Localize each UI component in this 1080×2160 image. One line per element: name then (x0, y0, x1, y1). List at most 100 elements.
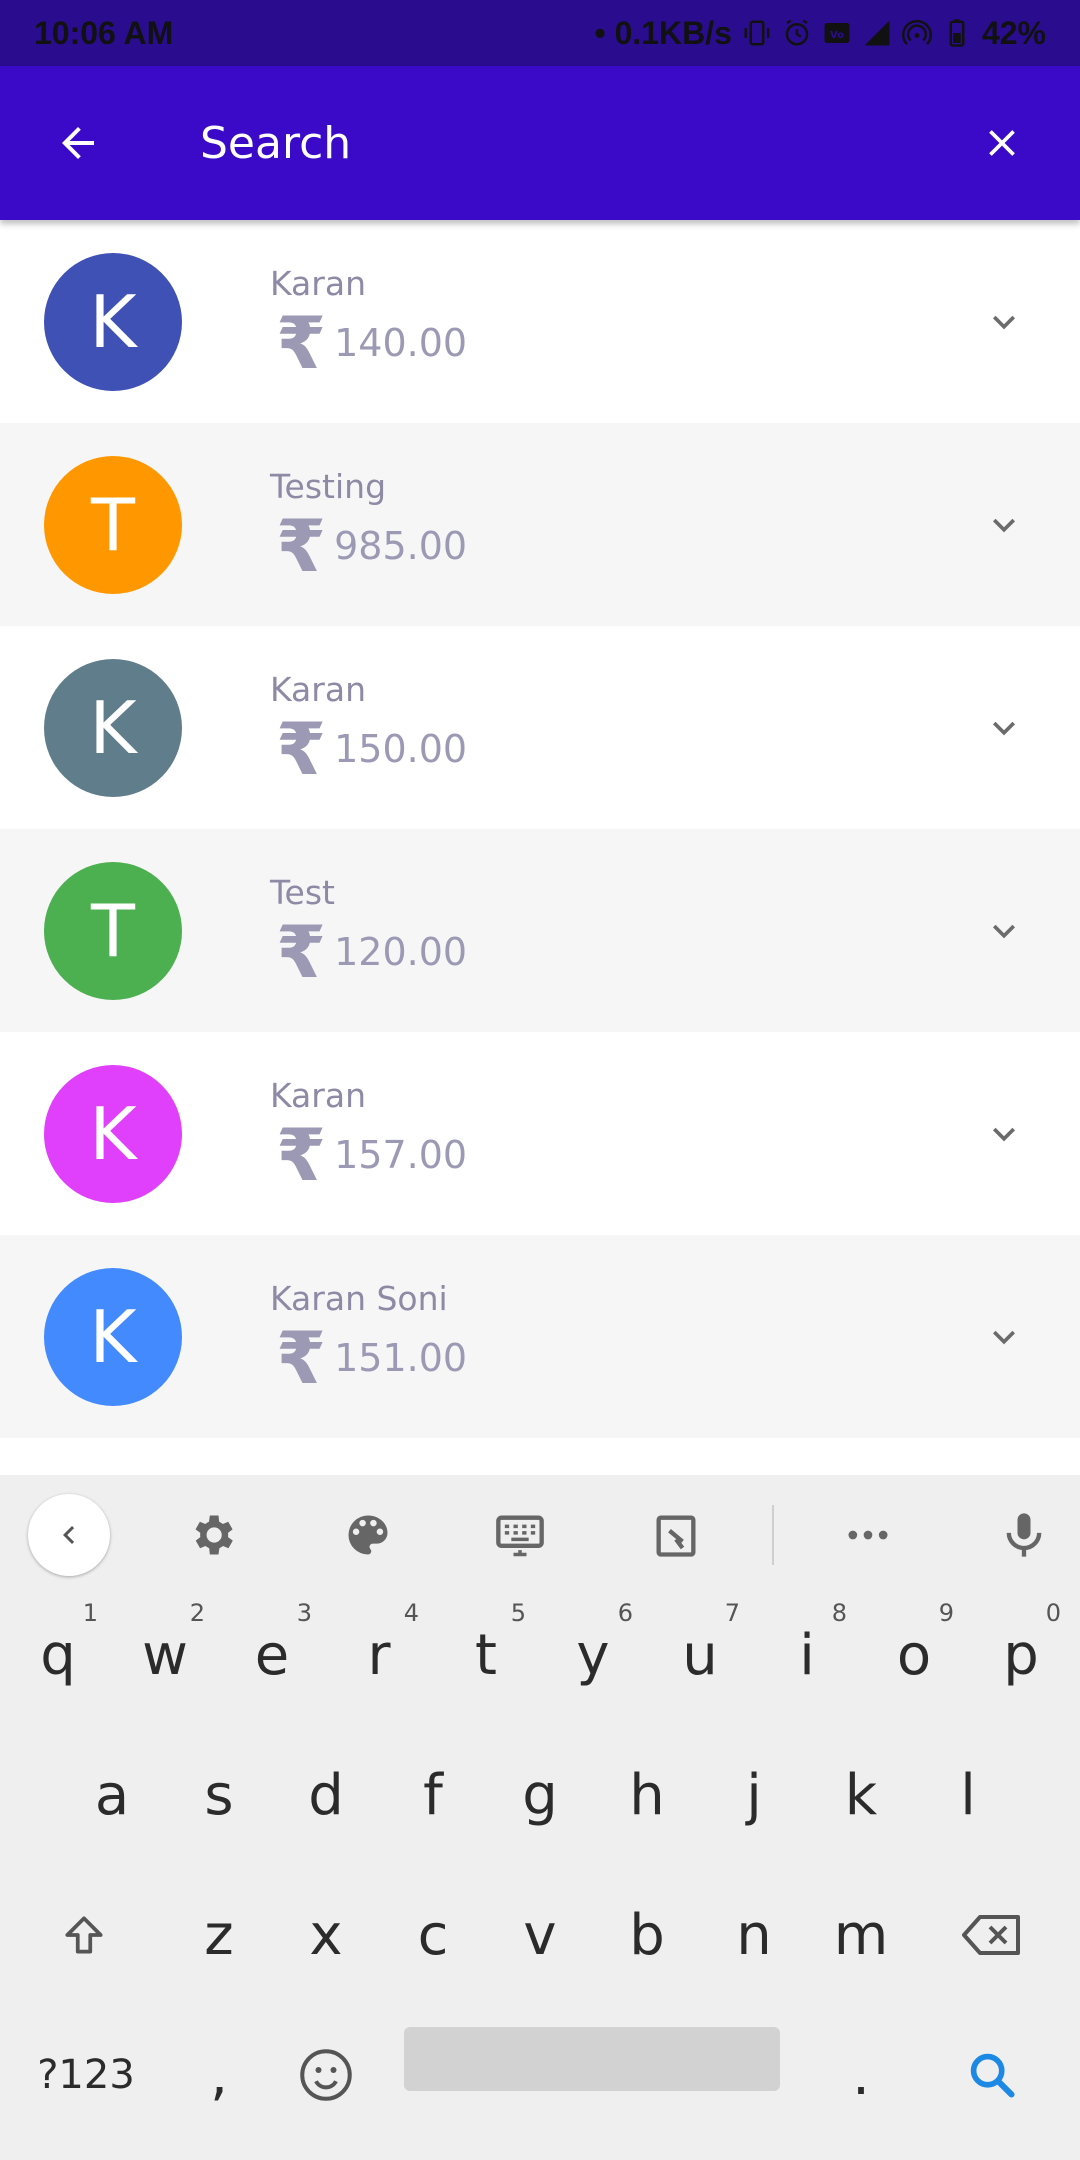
clipboard-icon (656, 1515, 696, 1557)
shift-key[interactable] (36, 1875, 132, 1995)
expand-button[interactable] (968, 895, 1040, 967)
key-m[interactable]: m (813, 1875, 909, 1995)
expand-button[interactable] (968, 1098, 1040, 1170)
avatar: K (44, 658, 182, 797)
key-l[interactable]: l (920, 1735, 1016, 1855)
emoji-key[interactable] (278, 2015, 374, 2135)
rupee-icon: ₹ (276, 910, 327, 994)
expand-button[interactable] (968, 692, 1040, 764)
key-i[interactable]: i8 (759, 1595, 855, 1715)
key-r[interactable]: r4 (331, 1595, 427, 1715)
clear-search-button[interactable] (954, 95, 1050, 191)
expand-button[interactable] (968, 1301, 1040, 1373)
alarm-icon (785, 19, 809, 46)
palette-icon (348, 1515, 388, 1555)
key-b[interactable]: b (599, 1875, 695, 1995)
list-item[interactable]: K Karan ₹ 150.00 (0, 626, 1080, 829)
clipboard-button[interactable] (642, 1501, 710, 1569)
list-item[interactable]: T Testing ₹ 985.00 (0, 423, 1080, 626)
mic-icon (1006, 1513, 1042, 1557)
status-bar: 10:06 AM • 0.1KB/s Vo 42% (0, 0, 1080, 66)
item-name: Karan (270, 670, 366, 709)
key-g[interactable]: g (492, 1735, 588, 1855)
key-e[interactable]: e3 (224, 1595, 320, 1715)
avatar: K (44, 252, 182, 391)
backspace-key[interactable] (944, 1875, 1040, 1995)
keyboard-toolbar (0, 1475, 1080, 1595)
soft-keyboard: q1 w2 e3 r4 t5 y6 u7 i8 o9 p0 a s d f g … (0, 1475, 1080, 2160)
chevron-down-icon (993, 721, 1015, 735)
key-n[interactable]: n (706, 1875, 802, 1995)
list-item[interactable]: K Karan Soni ₹ 151.00 (0, 1235, 1080, 1438)
search-input[interactable] (200, 95, 954, 191)
rupee-icon: ₹ (276, 504, 327, 588)
arrow-back-icon (62, 127, 94, 159)
search-icon (970, 2053, 1015, 2098)
avatar: T (44, 455, 182, 594)
expand-button[interactable] (968, 286, 1040, 358)
key-p[interactable]: p0 (973, 1595, 1069, 1715)
smiley-icon (300, 2049, 352, 2101)
key-k[interactable]: k (813, 1735, 909, 1855)
period-key[interactable]: . (813, 2015, 909, 2135)
settings-button[interactable] (178, 1501, 246, 1569)
item-name: Testing (270, 467, 387, 506)
avatar: K (44, 1267, 182, 1406)
rupee-icon: ₹ (276, 707, 327, 791)
key-o[interactable]: o9 (866, 1595, 962, 1715)
key-h[interactable]: h (599, 1735, 695, 1855)
comma-key[interactable]: , (171, 2015, 267, 2135)
expand-button[interactable] (968, 489, 1040, 561)
item-amount: 120.00 (334, 930, 468, 974)
chevron-down-icon (993, 1330, 1015, 1344)
battery-level: 42% (981, 14, 1046, 51)
key-v[interactable]: v (492, 1875, 588, 1995)
space-key[interactable] (404, 2027, 780, 2091)
backspace-icon (962, 1915, 1020, 1955)
key-f[interactable]: f (385, 1735, 481, 1855)
rupee-icon: ₹ (276, 301, 327, 385)
app-bar (0, 66, 1080, 220)
list-item[interactable]: K Karan ₹ 140.00 (0, 220, 1080, 423)
avatar: T (44, 861, 182, 1000)
symbols-key[interactable]: ?123 (36, 2015, 136, 2135)
item-amount: 157.00 (334, 1133, 468, 1177)
keyboard-mode-button[interactable] (486, 1501, 554, 1569)
more-options-button[interactable] (834, 1501, 902, 1569)
gear-icon (195, 1515, 233, 1555)
back-button[interactable] (30, 95, 126, 191)
search-key[interactable] (944, 2015, 1040, 2135)
key-d[interactable]: d (278, 1735, 374, 1855)
list-item[interactable]: T Test ₹ 120.00 (0, 829, 1080, 1032)
search-results-list[interactable]: K Karan ₹ 140.00 T Testing ₹ 985.00 K Ka… (0, 220, 1080, 1475)
key-j[interactable]: j (706, 1735, 802, 1855)
key-c[interactable]: c (385, 1875, 481, 1995)
item-amount: 140.00 (334, 321, 468, 365)
list-item[interactable]: K Karan ₹ 157.00 (0, 1032, 1080, 1235)
shift-arrow-icon (65, 1916, 103, 1954)
avatar: K (44, 1064, 182, 1203)
theme-button[interactable] (334, 1501, 402, 1569)
key-s[interactable]: s (171, 1735, 267, 1855)
key-x[interactable]: x (278, 1875, 374, 1995)
key-z[interactable]: z (171, 1875, 267, 1995)
item-amount: 985.00 (334, 524, 468, 568)
key-u[interactable]: u7 (652, 1595, 748, 1715)
key-t[interactable]: t5 (438, 1595, 534, 1715)
keyboard-row-4: ?123 , . (0, 2015, 1080, 2155)
key-a[interactable]: a (64, 1735, 160, 1855)
chevron-down-icon (993, 924, 1015, 938)
voice-input-button[interactable] (990, 1501, 1058, 1569)
chevron-down-icon (993, 315, 1015, 329)
key-y[interactable]: y6 (545, 1595, 641, 1715)
chevron-down-icon (993, 1127, 1015, 1141)
keyboard-icon (496, 1515, 544, 1557)
vibrate-icon (744, 20, 770, 46)
rupee-icon: ₹ (276, 1316, 327, 1400)
keyboard-collapse-button[interactable] (28, 1494, 110, 1576)
list-item-partial[interactable] (0, 1438, 1080, 1475)
status-icons: • 0.1KB/s Vo 42% (594, 15, 1046, 52)
network-speed: • 0.1KB/s (594, 14, 732, 51)
key-q[interactable]: q1 (10, 1595, 106, 1715)
key-w[interactable]: w2 (117, 1595, 213, 1715)
